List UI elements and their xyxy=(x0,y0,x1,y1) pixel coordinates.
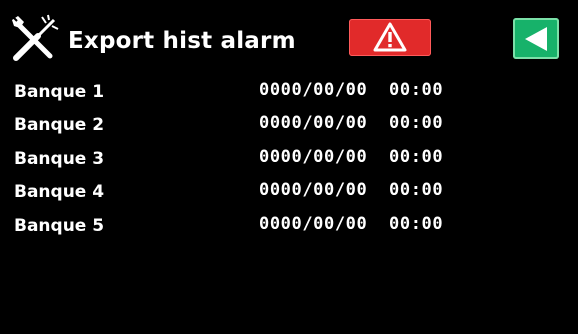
back-button[interactable] xyxy=(513,18,559,59)
row-label: Banque 1 xyxy=(14,82,105,102)
tools-icon xyxy=(8,14,64,64)
row-label: Banque 3 xyxy=(14,149,105,169)
row-label: Banque 2 xyxy=(14,115,105,135)
row-label: Banque 4 xyxy=(14,182,105,202)
row-timestamp: 0000/00/00 00:00 xyxy=(259,113,444,133)
list-item-banque-1[interactable]: Banque 1 0000/00/00 00:00 xyxy=(0,78,578,108)
list-item-banque-2[interactable]: Banque 2 0000/00/00 00:00 xyxy=(0,111,578,141)
row-timestamp: 0000/00/00 00:00 xyxy=(259,80,444,100)
row-timestamp: 0000/00/00 00:00 xyxy=(259,214,444,234)
list-item-banque-3[interactable]: Banque 3 0000/00/00 00:00 xyxy=(0,145,578,175)
page-title: Export hist alarm xyxy=(68,28,296,54)
row-timestamp: 0000/00/00 00:00 xyxy=(259,147,444,167)
warning-triangle-icon xyxy=(373,22,407,52)
screen: Export hist alarm Banque 1 0000/00/00 00… xyxy=(0,0,578,334)
back-arrow-icon xyxy=(525,27,547,51)
row-timestamp: 0000/00/00 00:00 xyxy=(259,180,444,200)
list-item-banque-5[interactable]: Banque 5 0000/00/00 00:00 xyxy=(0,212,578,242)
list-item-banque-4[interactable]: Banque 4 0000/00/00 00:00 xyxy=(0,178,578,208)
row-label: Banque 5 xyxy=(14,216,105,236)
alarm-button[interactable] xyxy=(349,19,431,56)
